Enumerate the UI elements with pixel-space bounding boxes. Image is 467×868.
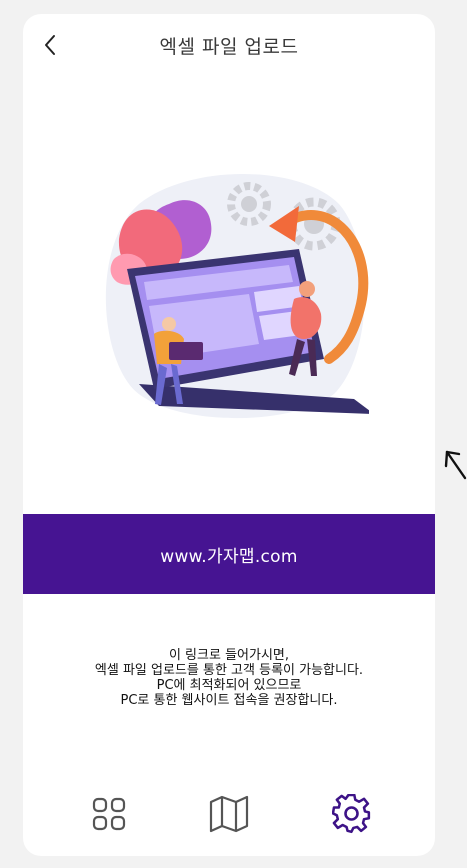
nav-map-button[interactable] [207, 792, 251, 836]
info-line: 이 링크로 들어가시면, [168, 648, 290, 663]
website-link-banner[interactable]: www.가자맵.com [23, 514, 435, 594]
info-line: 엑셀 파일 업로드를 통한 고객 등록이 가능합니다. [94, 663, 364, 678]
info-text: 이 링크로 들어가시면, 엑셀 파일 업로드를 통한 고객 등록이 가능합니다.… [23, 648, 435, 708]
nav-settings-button[interactable] [330, 792, 374, 836]
website-link[interactable]: www.가자맵.com [160, 542, 298, 567]
info-line: PC로 통한 웹사이트 접속을 권장합니다. [120, 693, 338, 708]
page-title: 엑셀 파일 업로드 [159, 36, 299, 58]
grid-icon [92, 797, 126, 831]
gear-icon [332, 794, 371, 834]
map-icon [209, 795, 249, 833]
upload-illustration [105, 174, 369, 419]
bottom-nav [23, 792, 435, 838]
header: 엑셀 파일 업로드 [23, 14, 435, 76]
info-line: PC에 최적화되어 있으므로 [156, 678, 302, 693]
nav-grid-button[interactable] [87, 792, 131, 836]
arrow-cursor-icon [444, 450, 467, 480]
screen-card: 엑셀 파일 업로드 www.가자맵.com 이 링크로 들어가시면, 엑셀 파일… [23, 14, 435, 856]
